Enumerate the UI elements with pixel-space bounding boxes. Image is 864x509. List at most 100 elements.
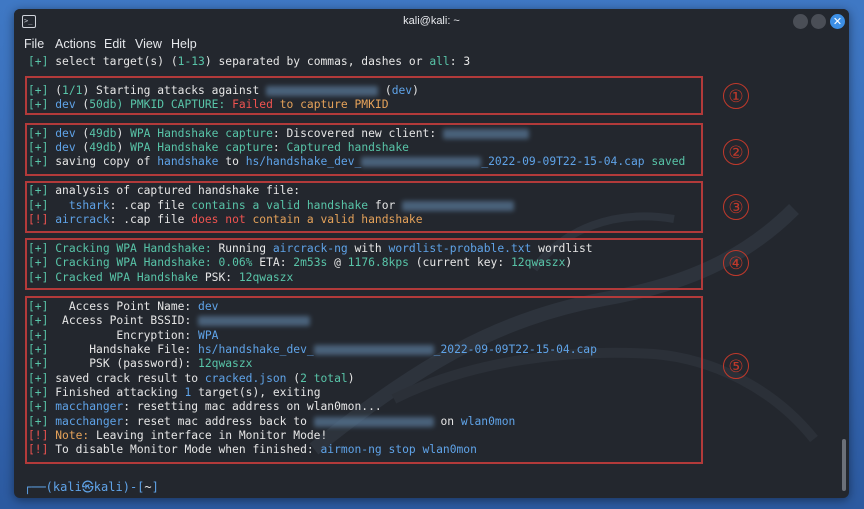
text-segment: ) [412,84,419,97]
output-line: [!] Note: Leaving interface in Monitor M… [28,429,327,443]
text-segment: 12qwaszx [198,357,253,370]
text-segment: [!] [28,429,56,442]
menu-file[interactable]: File [24,37,44,51]
text-segment: ( [75,141,90,154]
output-line: [+] PSK (password): 12qwaszx [28,357,252,371]
menu-actions[interactable]: Actions [55,37,96,51]
output-line: [+] analysis of captured handshake file: [28,184,300,198]
text-segment: [+] [28,242,56,255]
text-segment: [+] [28,84,56,97]
output-line: [+] Cracking WPA Handshake: Running airc… [28,242,593,256]
text-segment: ) [347,372,355,385]
menu-edit[interactable]: Edit [104,37,126,51]
text-segment: airmon-ng stop wlan0mon [320,443,477,456]
menu-help[interactable]: Help [171,37,197,51]
text-segment: Failed [232,98,273,111]
text-segment: : [272,141,287,154]
text-segment: @ [327,256,348,269]
text-segment: 50db [89,98,117,111]
text-segment: [!] [28,443,56,456]
text-segment: [+] [28,98,56,111]
text-segment: : .cap file [109,199,192,212]
menu-view[interactable]: View [135,37,162,51]
step-number-1: ① [723,83,749,109]
text-segment: PSK: [198,271,239,284]
scrollbar[interactable] [842,439,846,491]
text-segment: _2022-09-09T22-15-04.cap [481,155,645,168]
text-segment: ) [116,141,131,154]
text-segment: does not [191,213,246,226]
step-number-3: ③ [723,194,749,220]
title-bar: >_ kali@kali: ~ ✕ [14,9,849,35]
text-segment: WPA Handshake capture [130,141,273,154]
text-segment: all [429,55,450,68]
maximize-button[interactable] [811,14,826,29]
text-segment: ( [378,84,392,97]
output-line: [+] (1/1) Starting attacks against (dev) [28,84,419,98]
text-segment: [+] [28,127,56,140]
output-line: [+] macchanger: resetting mac address on… [28,400,382,414]
text-segment: analysis of captured handshake file: [55,184,301,197]
window-title: kali@kali: ~ [403,15,460,27]
output-line: [+] Encryption: WPA [28,329,218,343]
text-segment: [+] [28,415,56,428]
text-segment: [+] [28,343,90,356]
text-segment: to capture PMKID [272,98,389,111]
text-segment: [+] [28,357,90,370]
text-segment: to [218,155,246,168]
text-segment: Encryption: [116,329,199,342]
text-segment: 2m53s [293,256,328,269]
text-segment: Access Point Name: [68,300,199,313]
minimize-button[interactable] [793,14,808,29]
text-segment: : .cap file [109,213,192,226]
text-segment: [+] [28,314,63,327]
output-line: [+] saved crack result to cracked.json (… [28,372,355,386]
text-segment: dev [55,98,76,111]
text-segment: ] [151,480,159,494]
text-segment: hs/handshake_dev_ [245,155,362,168]
text-segment: [+] [28,271,56,284]
text-segment: [+] [28,155,56,168]
text-segment: [+] [28,372,56,385]
text-segment: dev [55,127,76,140]
text-segment: Cracked WPA Handshake [55,271,199,284]
step-number-2: ② [723,139,749,165]
text-segment: To disable Monitor Mode when finished: [55,443,321,456]
text-segment: ) separated by commas, dashes or [204,55,430,68]
text-segment: ) [565,256,573,269]
redacted-value [442,129,529,139]
text-segment: on [433,415,461,428]
text-segment: ( [75,127,90,140]
output-line: [+] dev (50db) PMKID CAPTURE: Failed to … [28,98,389,112]
output-line: [+] dev (49db) WPA Handshake capture: Ca… [28,141,409,155]
text-segment: 12qwaszx [238,271,294,284]
text-segment: : 3 [449,55,471,68]
shell-prompt[interactable]: ┌──(kali㉿kali)-[~] [24,478,159,495]
redacted-value [266,86,379,96]
text-segment: Access Point BSSID: [62,314,199,327]
redacted-value [313,417,434,427]
text-segment: WPA [198,329,219,342]
text-segment: saved [644,155,686,168]
output-line: [+] Access Point Name: dev [28,300,218,314]
text-segment: 1-13 [177,55,205,68]
redacted-value [198,316,311,326]
text-segment: [+] [28,199,69,212]
output-line: [+] Cracked WPA Handshake PSK: 12qwaszx [28,271,293,285]
output-line: [+] saving copy of handshake to hs/hands… [28,155,685,169]
text-segment: saving copy of [55,155,158,168]
text-segment: (current key: [408,256,511,269]
text-segment: 12qwaszx [510,256,566,269]
text-segment: hs/handshake_dev_ [198,343,314,356]
text-segment: dev [198,300,219,313]
text-segment: aircrack-ng [272,242,348,255]
redacted-value [402,201,515,211]
close-button[interactable]: ✕ [830,14,845,29]
output-line: [+] Access Point BSSID: [28,314,311,328]
text-segment: ┌──( [24,480,53,494]
text-segment: Note: [55,429,90,442]
text-segment: wlan0mon [460,415,516,428]
text-segment: ( [75,98,90,111]
text-segment: wordlist-probable.txt [388,242,532,255]
text-segment: : resetting mac address on wlan0mon... [123,400,382,413]
